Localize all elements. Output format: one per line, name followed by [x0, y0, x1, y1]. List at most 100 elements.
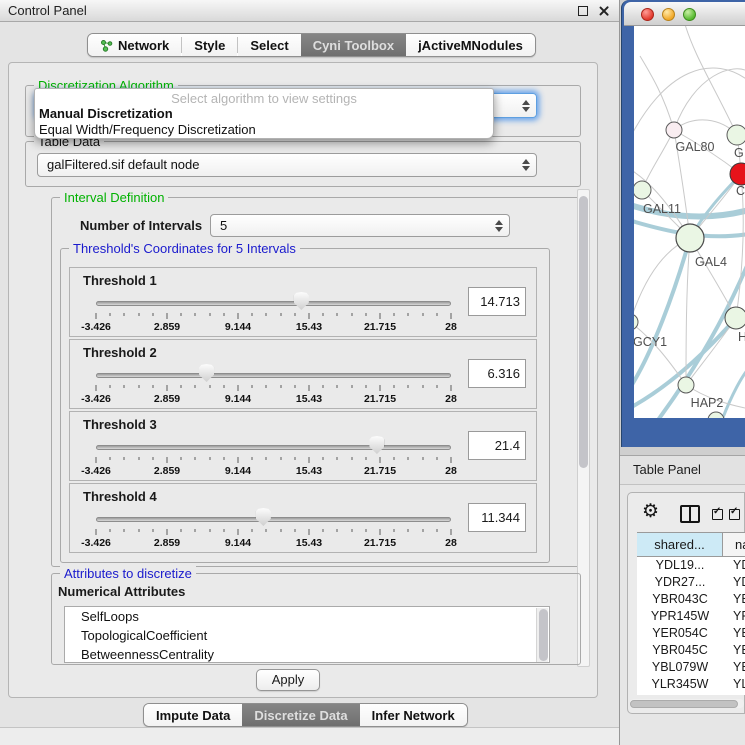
zoom-traffic-light-icon[interactable]	[683, 8, 696, 21]
cell-name[interactable]: YBL0	[723, 659, 745, 676]
scrollbar-thumb[interactable]	[579, 196, 588, 468]
cell-shared-name[interactable]: YPR145W	[637, 608, 723, 625]
list-item[interactable]: TopologicalCoefficient	[65, 626, 549, 645]
cell-name[interactable]: YBR0	[723, 591, 745, 608]
tab-discretize-data[interactable]: Discretize Data	[242, 704, 359, 726]
network-node-hap2[interactable]	[678, 377, 694, 393]
table-row[interactable]: YBL079WYBL0	[637, 659, 745, 676]
numerical-attributes-list[interactable]: SelfLoopsTopologicalCoefficientBetweenne…	[64, 606, 550, 663]
cell-shared-name[interactable]: YBR045C	[637, 642, 723, 659]
threshold-slider[interactable]: -3.4262.8599.14415.4321.71528	[96, 434, 451, 480]
network-edge[interactable]	[642, 130, 674, 190]
table-row[interactable]: YBR043CYBR0	[637, 591, 745, 608]
slider-track[interactable]	[96, 517, 451, 522]
apply-button[interactable]: Apply	[256, 669, 320, 691]
tick-mark	[309, 529, 310, 535]
network-node-gal4[interactable]	[676, 224, 704, 252]
popup-option-equal-width-frequency[interactable]: Equal Width/Frequency Discretization	[35, 122, 493, 138]
tick-label: 2.859	[154, 465, 180, 477]
network-node-bottom[interactable]	[708, 412, 724, 418]
network-node-top-right[interactable]	[727, 125, 745, 145]
close-icon[interactable]	[598, 5, 610, 17]
cell-name[interactable]: YER0	[723, 625, 745, 642]
network-node-gal80[interactable]	[666, 122, 682, 138]
column-header-shared-name[interactable]: shared...	[637, 533, 723, 556]
list-item[interactable]: SelfLoops	[65, 607, 549, 626]
network-edge[interactable]	[686, 318, 736, 385]
minimize-traffic-light-icon[interactable]	[662, 8, 675, 21]
network-node-h[interactable]	[725, 307, 745, 329]
checkbox-icon[interactable]	[729, 509, 740, 520]
table-row[interactable]: YDL19...YDL1	[637, 557, 745, 574]
tick-mark	[209, 313, 210, 316]
network-edge[interactable]	[640, 56, 674, 130]
tick-mark	[337, 385, 338, 388]
tick-label: 28	[445, 321, 457, 333]
table-row[interactable]: YPR145WYPR1	[637, 608, 745, 625]
cell-shared-name[interactable]: YDL19...	[637, 557, 723, 574]
tab-select[interactable]: Select	[238, 34, 300, 56]
list-vertical-scrollbar[interactable]	[536, 608, 548, 663]
cell-name[interactable]: YBR0	[723, 642, 745, 659]
network-edge[interactable]	[634, 238, 690, 322]
tab-cyni-toolbox[interactable]: Cyni Toolbox	[301, 34, 406, 56]
cell-name[interactable]: YIL0	[723, 693, 745, 695]
tick-mark	[394, 457, 395, 460]
attributes-group: Attributes to discretize Numerical Attri…	[51, 573, 581, 665]
tab-style[interactable]: Style	[182, 34, 237, 56]
cell-shared-name[interactable]: YLR345W	[637, 676, 723, 693]
cell-name[interactable]: YDL1	[723, 557, 745, 574]
threshold-slider[interactable]: -3.4262.8599.14415.4321.71528	[96, 506, 451, 552]
split-columns-icon[interactable]	[680, 505, 700, 523]
threshold-slider[interactable]: -3.4262.8599.14415.4321.71528	[96, 362, 451, 408]
node-attribute-table: shared... na YDL19...YDL1YDR27...YDR2YBR…	[637, 532, 745, 695]
scrollbar-thumb[interactable]	[539, 609, 548, 661]
slider-thumb[interactable]	[294, 292, 309, 310]
column-header-name[interactable]: na	[723, 533, 745, 556]
cell-shared-name[interactable]: YBL079W	[637, 659, 723, 676]
table-row[interactable]: YDR27...YDR2	[637, 574, 745, 591]
cell-name[interactable]: YLR3	[723, 676, 745, 693]
scrollbar-thumb[interactable]	[630, 700, 738, 708]
float-window-icon[interactable]	[578, 6, 588, 16]
slider-track[interactable]	[96, 301, 451, 306]
slider-track[interactable]	[96, 445, 451, 450]
tab-infer-network[interactable]: Infer Network	[360, 704, 467, 726]
cell-shared-name[interactable]: YIL052C	[637, 693, 723, 695]
gear-icon[interactable]: ⚙	[642, 502, 659, 521]
threshold-slider[interactable]: -3.4262.8599.14415.4321.71528	[96, 290, 451, 336]
threshold-value-field[interactable]: 11.344	[468, 503, 526, 532]
tab-jactivemnodules[interactable]: jActiveMNodules	[406, 34, 535, 56]
threshold-value-field[interactable]: 14.713	[468, 287, 526, 316]
cell-shared-name[interactable]: YDR27...	[637, 574, 723, 591]
network-canvas[interactable]: GAL80 G GAL11 C GAL4 GCY1 H HAP2	[634, 26, 745, 418]
tick-mark	[323, 313, 324, 316]
slider-track[interactable]	[96, 373, 451, 378]
slider-thumb[interactable]	[369, 436, 384, 454]
table-row[interactable]: YBR045CYBR0	[637, 642, 745, 659]
cell-shared-name[interactable]: YER054C	[637, 625, 723, 642]
table-data-combobox[interactable]: galFiltered.sif default node	[37, 153, 537, 177]
network-edge[interactable]	[684, 26, 737, 135]
threshold-value-field[interactable]: 6.316	[468, 359, 526, 388]
checkbox-icon[interactable]	[712, 509, 723, 520]
table-row[interactable]: YLR345WYLR3	[637, 676, 745, 693]
tab-impute-data[interactable]: Impute Data	[144, 704, 242, 726]
number-of-intervals-combobox[interactable]: 5	[210, 214, 510, 237]
table-horizontal-scrollbar[interactable]	[630, 699, 744, 708]
threshold-value-field[interactable]: 21.4	[468, 431, 526, 460]
close-traffic-light-icon[interactable]	[641, 8, 654, 21]
tab-network[interactable]: Network	[88, 34, 181, 56]
tick-label: 21.715	[364, 537, 396, 549]
cell-name[interactable]: YDR2	[723, 574, 745, 591]
table-row[interactable]: YIL052CYIL0	[637, 693, 745, 695]
slider-thumb[interactable]	[199, 364, 214, 382]
network-node-gal11[interactable]	[634, 181, 651, 199]
network-edge-thick[interactable]	[722, 368, 745, 418]
cell-shared-name[interactable]: YBR043C	[637, 591, 723, 608]
table-row[interactable]: YER054CYER0	[637, 625, 745, 642]
cell-name[interactable]: YPR1	[723, 608, 745, 625]
list-item[interactable]: BetweennessCentrality	[65, 645, 549, 663]
slider-thumb[interactable]	[256, 508, 271, 526]
popup-option-manual-discretization[interactable]: Manual Discretization	[35, 106, 493, 122]
